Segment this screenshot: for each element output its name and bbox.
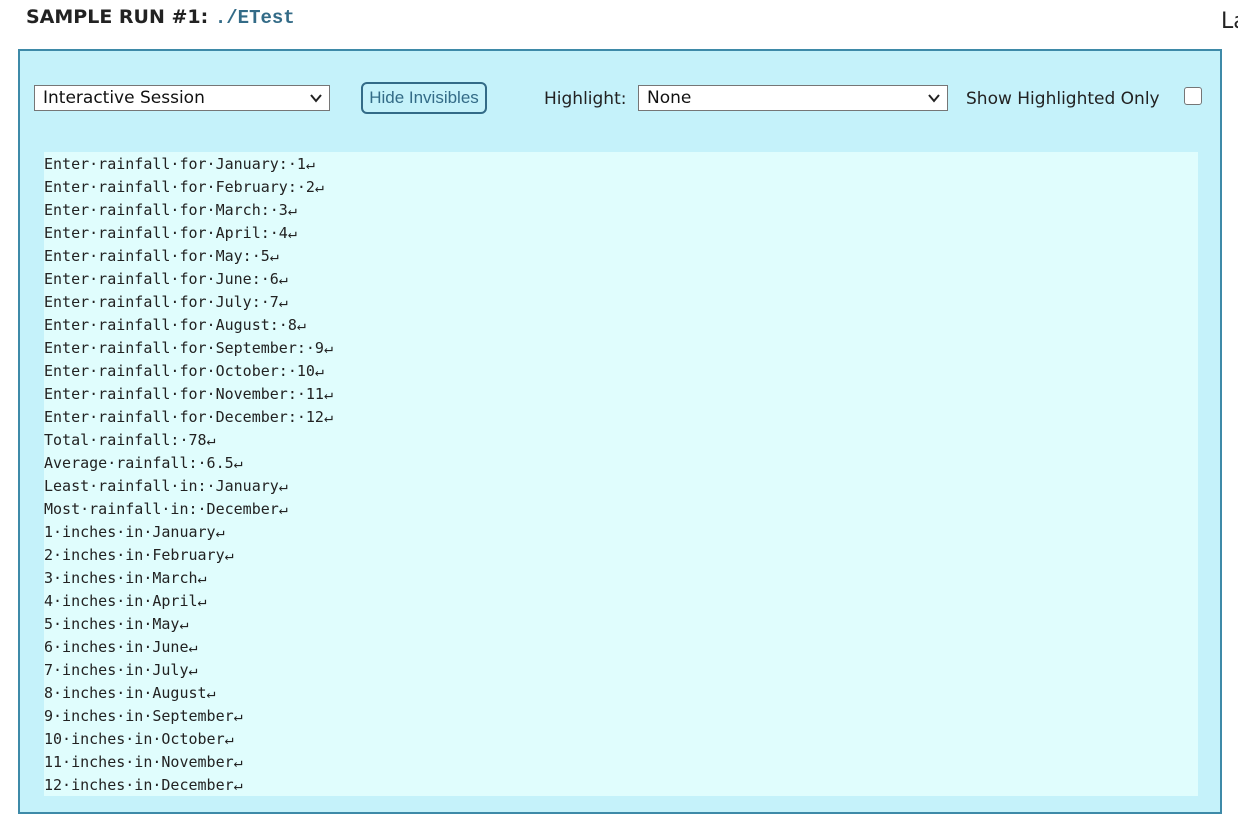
output-line: Enter·rainfall·for·January:·1↵ xyxy=(44,155,315,173)
sample-run-title: SAMPLE RUN #1: xyxy=(26,6,209,28)
highlight-label: Highlight: xyxy=(544,89,627,109)
output-line: Enter·rainfall·for·May:·5↵ xyxy=(44,247,279,265)
output-line: Enter·rainfall·for·October:·10↵ xyxy=(44,362,324,380)
highlight-select[interactable]: None xyxy=(638,85,948,111)
output-line: 1·inches·in·January↵ xyxy=(44,523,225,541)
output-line: Most·rainfall·in:·December↵ xyxy=(44,500,288,518)
session-output[interactable]: Enter·rainfall·for·January:·1↵ Enter·rain… xyxy=(44,152,1198,796)
output-line: Total·rainfall:·78↵ xyxy=(44,431,216,449)
command-text: ./ETest xyxy=(214,7,295,29)
hide-invisibles-button[interactable]: Hide Invisibles xyxy=(361,82,487,114)
session-panel: Interactive Session Hide Invisibles High… xyxy=(18,49,1222,814)
session-select[interactable]: Interactive Session xyxy=(34,85,330,111)
chevron-down-icon xyxy=(310,94,322,103)
chevron-down-icon xyxy=(928,94,940,103)
output-line: 10·inches·in·October↵ xyxy=(44,730,234,748)
output-line: Average·rainfall:·6.5↵ xyxy=(44,454,243,472)
output-line: Enter·rainfall·for·September:·9↵ xyxy=(44,339,333,357)
output-line: 12·inches·in·December↵ xyxy=(44,776,243,794)
output-line: Enter·rainfall·for·August:·8↵ xyxy=(44,316,306,334)
output-line: Enter·rainfall·for·February:·2↵ xyxy=(44,178,324,196)
output-line: Enter·rainfall·for·July:·7↵ xyxy=(44,293,288,311)
session-select-value: Interactive Session xyxy=(43,88,205,108)
output-line: 8·inches·in·August↵ xyxy=(44,684,216,702)
output-line: Enter·rainfall·for·June:·6↵ xyxy=(44,270,288,288)
output-line: Least·rainfall·in:·January↵ xyxy=(44,477,288,495)
output-line: 3·inches·in·March↵ xyxy=(44,569,207,587)
output-line: 2·inches·in·February↵ xyxy=(44,546,234,564)
output-lines: Enter·rainfall·for·January:·1↵ Enter·rain… xyxy=(44,152,1198,796)
output-line: Enter·rainfall·for·March:·3↵ xyxy=(44,201,297,219)
output-line: 4·inches·in·April↵ xyxy=(44,592,207,610)
output-line: 11·inches·in·November↵ xyxy=(44,753,243,771)
clipped-edge-text: La xyxy=(1221,9,1238,34)
highlight-select-value: None xyxy=(647,88,692,108)
output-line: Enter·rainfall·for·April:·4↵ xyxy=(44,224,297,242)
sample-run-heading: SAMPLE RUN #1: ./ETest xyxy=(26,6,295,29)
show-highlighted-only-label: Show Highlighted Only xyxy=(966,89,1160,109)
output-line: 5·inches·in·May↵ xyxy=(44,615,189,633)
output-line: Enter·rainfall·for·November:·11↵ xyxy=(44,385,333,403)
output-line: Enter·rainfall·for·December:·12↵ xyxy=(44,408,333,426)
output-line: 7·inches·in·July↵ xyxy=(44,661,198,679)
output-line: 9·inches·in·September↵ xyxy=(44,707,243,725)
output-line: 6·inches·in·June↵ xyxy=(44,638,198,656)
show-highlighted-only-checkbox[interactable] xyxy=(1184,87,1202,105)
